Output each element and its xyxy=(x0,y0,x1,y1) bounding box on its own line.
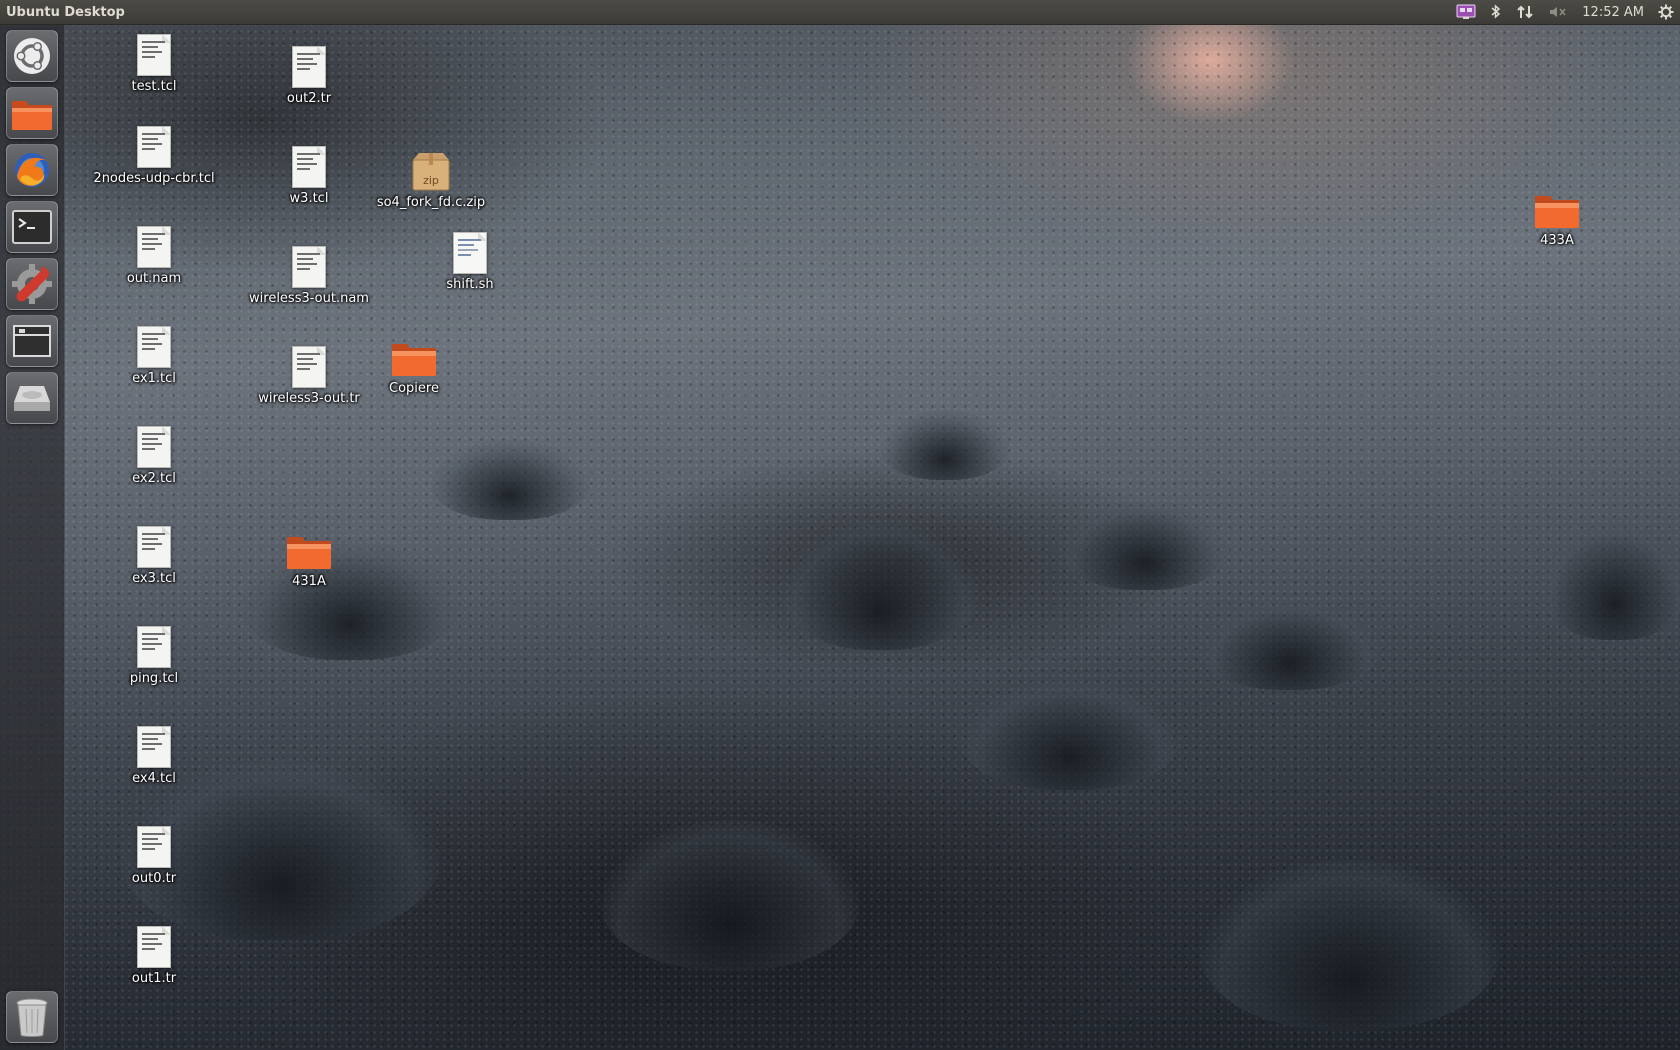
desktop-icon-433a-folder[interactable]: 433A xyxy=(1487,192,1627,248)
network-icon[interactable] xyxy=(1516,1,1534,23)
desktop-icon-label: so4_fork_fd.c.zip xyxy=(376,195,486,210)
folder-icon xyxy=(12,101,52,130)
files-launcher-button[interactable] xyxy=(6,87,58,139)
disk-drive-launcher-button[interactable] xyxy=(6,372,58,424)
system-settings-launcher-button[interactable] xyxy=(6,258,58,310)
folder-icon xyxy=(287,537,331,569)
volume-muted-icon[interactable] xyxy=(1548,1,1568,23)
desktop-icon-label: out1.tr xyxy=(131,971,177,986)
desktop-icon-label: 431A xyxy=(292,574,326,589)
desktop-icon-ex2-tcl[interactable]: ex2.tcl xyxy=(84,426,224,486)
desktop-icon-out0-tr[interactable]: out0.tr xyxy=(84,826,224,886)
desktop-icon-ex1-tcl[interactable]: ex1.tcl xyxy=(84,326,224,386)
desktop-icon-out-nam[interactable]: out.nam xyxy=(84,226,224,286)
workspace-indicator-icon[interactable] xyxy=(1456,1,1476,23)
text-file-icon xyxy=(292,146,326,188)
desktop-icon-so4-fork-fd-zip[interactable]: zip so4_fork_fd.c.zip xyxy=(361,150,501,210)
text-file-icon xyxy=(292,346,326,388)
desktop-icon-shift-sh[interactable]: shift.sh xyxy=(400,232,540,292)
terminal-icon xyxy=(12,210,52,244)
desktop-icon-label: ex1.tcl xyxy=(132,371,176,386)
ubuntu-logo-icon xyxy=(14,38,50,74)
firefox-icon xyxy=(15,153,49,187)
script-file-icon xyxy=(453,232,487,274)
desktop-icon-label: Copiere xyxy=(389,381,439,396)
desktop-icon-test-tcl[interactable]: test.tcl xyxy=(84,34,224,94)
desktop-icon-ex4-tcl[interactable]: ex4.tcl xyxy=(84,726,224,786)
desktop-icon-label: 433A xyxy=(1540,233,1574,248)
text-file-icon xyxy=(137,826,171,868)
desktop-icon-out2-tr[interactable]: out2.tr xyxy=(239,46,379,106)
indicator-area: 12:52 AM xyxy=(1456,1,1680,23)
terminal-launcher-button[interactable] xyxy=(6,201,58,253)
folder-icon xyxy=(1535,196,1579,228)
text-file-icon xyxy=(292,46,326,88)
workspace-switcher-button[interactable] xyxy=(6,315,58,367)
text-file-icon xyxy=(137,34,171,76)
trash-icon xyxy=(16,998,48,1037)
workspace-icon xyxy=(13,325,51,357)
desktop-icon-label: 2nodes-udp-cbr.tcl xyxy=(93,171,215,186)
desktop-icon-label: ex2.tcl xyxy=(132,471,176,486)
text-file-icon xyxy=(137,126,171,168)
text-file-icon xyxy=(292,246,326,288)
session-gear-icon[interactable] xyxy=(1658,1,1674,23)
clock[interactable]: 12:52 AM xyxy=(1582,1,1644,23)
settings-wrench-icon xyxy=(12,264,52,304)
desktop-icon-ex3-tcl[interactable]: ex3.tcl xyxy=(84,526,224,586)
dash-home-button[interactable] xyxy=(6,30,58,82)
desktop-icon-label: out.nam xyxy=(126,271,182,286)
desktop-icon-w3-tcl[interactable]: w3.tcl xyxy=(239,146,379,206)
desktop-icon-ping-tcl[interactable]: ping.tcl xyxy=(84,626,224,686)
desktop-icon-label: out0.tr xyxy=(131,871,177,886)
folder-icon xyxy=(392,344,436,376)
desktop-icon-label: test.tcl xyxy=(131,79,177,94)
desktop-background[interactable]: Ubuntu Desktop 12:52 AM test.tcl 2nodes-… xyxy=(0,0,1680,1050)
text-file-icon xyxy=(137,526,171,568)
text-file-icon xyxy=(137,326,171,368)
svg-text:zip: zip xyxy=(423,174,439,187)
text-file-icon xyxy=(137,626,171,668)
text-file-icon xyxy=(137,226,171,268)
desktop-icon-label: shift.sh xyxy=(446,277,494,292)
text-file-icon xyxy=(137,426,171,468)
window-title: Ubuntu Desktop xyxy=(6,4,125,20)
desktop-icon-copiere-folder[interactable]: Copiere xyxy=(344,340,484,396)
zip-archive-icon: zip xyxy=(412,153,450,191)
desktop-icon-label: ex3.tcl xyxy=(132,571,176,586)
desktop-icon-wireless3-out-nam[interactable]: wireless3-out.nam xyxy=(239,246,379,306)
bluetooth-icon[interactable] xyxy=(1490,1,1502,23)
desktop-icon-label: w3.tcl xyxy=(289,191,329,206)
desktop-icon-out1-tr[interactable]: out1.tr xyxy=(84,926,224,986)
top-panel: Ubuntu Desktop 12:52 AM xyxy=(0,0,1680,25)
trash-launcher-button[interactable] xyxy=(6,991,58,1043)
desktop-icon-2nodes-udp-cbr-tcl[interactable]: 2nodes-udp-cbr.tcl xyxy=(84,126,224,186)
desktop-icon-label: ex4.tcl xyxy=(132,771,176,786)
desktop-icon-431a-folder[interactable]: 431A xyxy=(239,533,379,589)
desktop-icon-label: wireless3-out.nam xyxy=(249,291,369,306)
text-file-icon xyxy=(137,726,171,768)
desktop-icon-label: ping.tcl xyxy=(129,671,179,686)
text-file-icon xyxy=(137,926,171,968)
firefox-launcher-button[interactable] xyxy=(6,144,58,196)
drive-icon xyxy=(14,386,50,411)
launcher xyxy=(0,25,65,1050)
desktop-icon-label: out2.tr xyxy=(286,91,332,106)
